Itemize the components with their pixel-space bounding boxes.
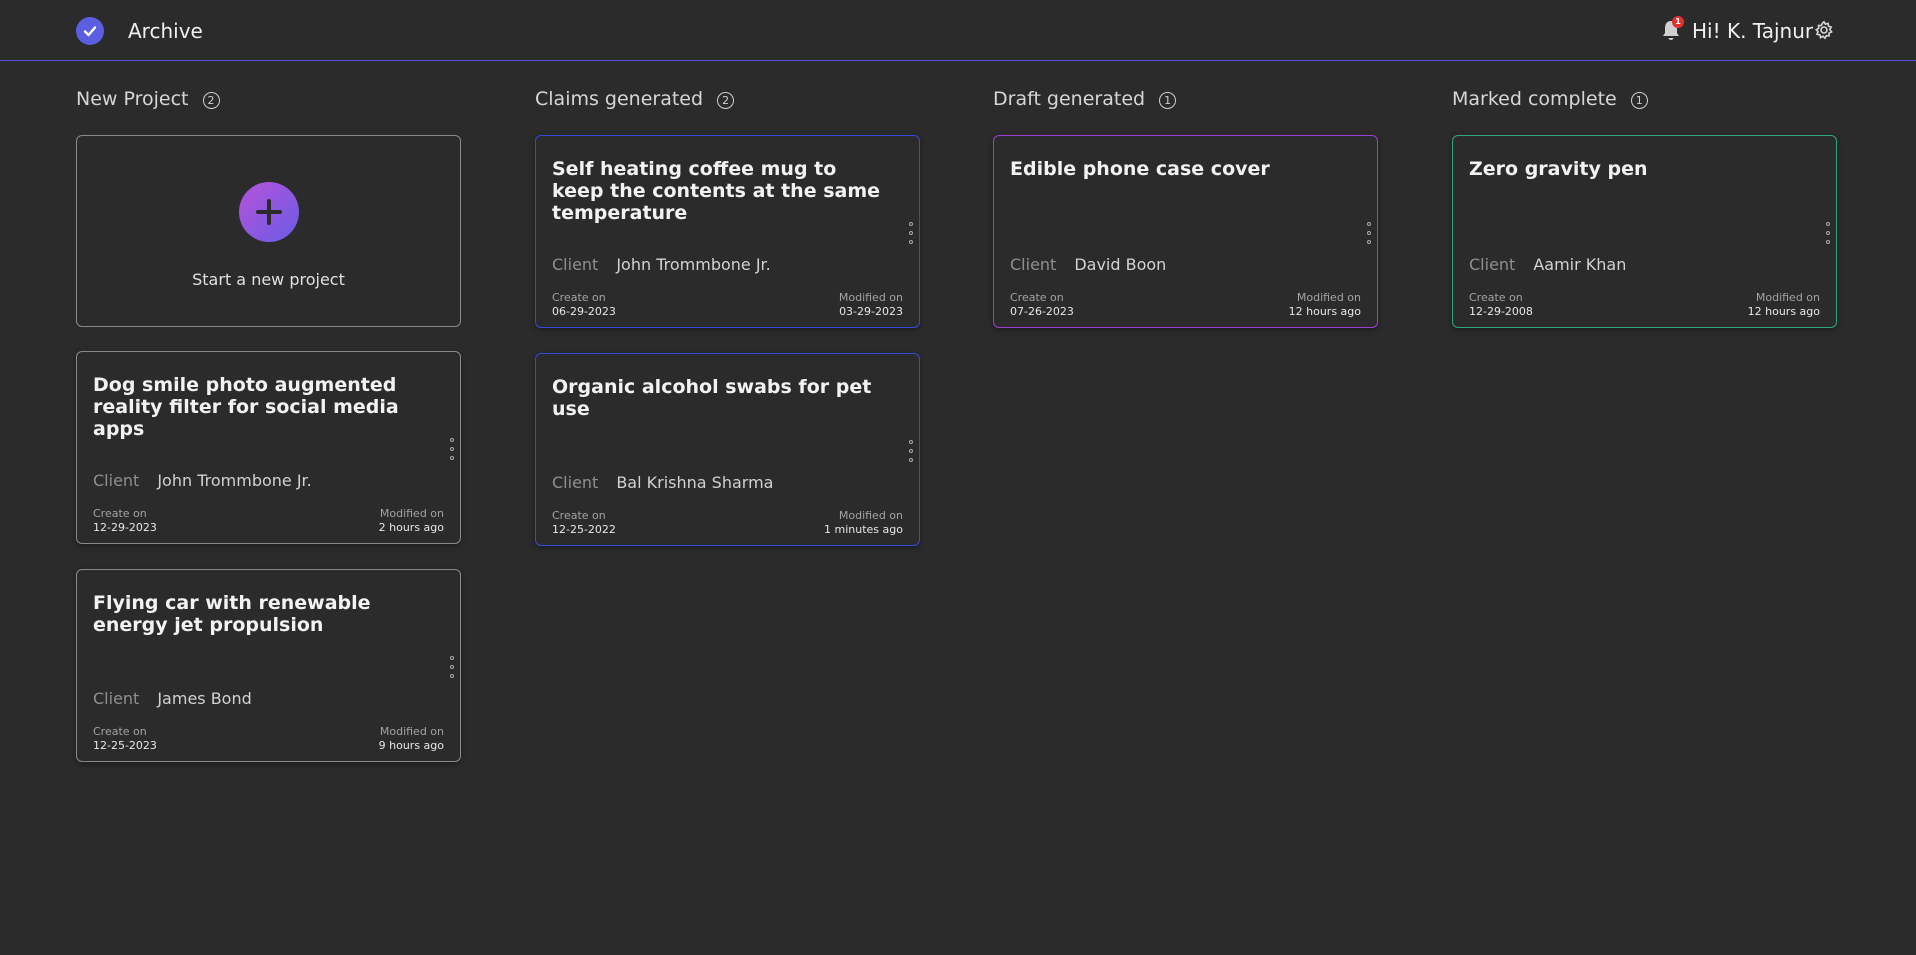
modified-label: Modified on xyxy=(838,291,903,304)
modified-date: Modified on 12 hours ago xyxy=(1289,291,1361,319)
created-label: Create on xyxy=(552,509,606,522)
more-options-icon[interactable] xyxy=(908,440,914,462)
more-options-icon[interactable] xyxy=(449,438,455,460)
modified-value: 12 hours ago xyxy=(1288,305,1361,318)
modified-label: Modified on xyxy=(379,725,444,738)
client-row: Client Bal Krishna Sharma xyxy=(552,473,773,493)
column-count-badge: 1 xyxy=(1630,91,1648,109)
client-name: John Trommbone Jr. xyxy=(616,255,771,274)
column-new-project: New Project 2 Start a new project Dog sm… xyxy=(76,82,462,762)
notification-badge: 1 xyxy=(1672,16,1684,28)
more-options-icon[interactable] xyxy=(908,222,914,244)
column-title: Marked complete xyxy=(1452,88,1617,110)
gear-icon[interactable] xyxy=(1814,20,1834,40)
project-card[interactable]: Organic alcohol swabs for pet use Client… xyxy=(535,353,920,546)
client-name: James Bond xyxy=(157,689,252,708)
client-label: Client xyxy=(93,689,140,708)
created-date: Create on 07-26-2023 xyxy=(1010,291,1074,319)
modified-value: 1 minutes ago xyxy=(824,523,903,536)
project-card[interactable]: Self heating coffee mug to keep the cont… xyxy=(535,135,920,328)
client-label: Client xyxy=(552,255,599,274)
created-value: 12-25-2023 xyxy=(93,739,157,752)
column-header: New Project 2 xyxy=(76,82,462,116)
user-greeting[interactable]: Hi! K. Tajnur xyxy=(1692,16,1813,46)
column-draft-generated: Draft generated 1 Edible phone case cove… xyxy=(993,82,1379,328)
created-date: Create on 12-29-2023 xyxy=(93,507,157,535)
column-count-badge: 2 xyxy=(717,91,735,109)
client-row: Client David Boon xyxy=(1010,255,1166,275)
column-marked-complete: Marked complete 1 Zero gravity pen Clien… xyxy=(1452,82,1838,328)
client-row: Client John Trommbone Jr. xyxy=(93,471,312,491)
modified-label: Modified on xyxy=(379,507,444,520)
column-header: Marked complete 1 xyxy=(1452,82,1838,116)
client-name: Bal Krishna Sharma xyxy=(616,473,774,492)
modified-value: 12 hours ago xyxy=(1747,305,1820,318)
project-title: Flying car with renewable energy jet pro… xyxy=(93,592,371,636)
created-value: 12-25-2022 xyxy=(552,523,616,536)
client-name: David Boon xyxy=(1074,255,1167,274)
modified-value: 9 hours ago xyxy=(378,739,444,752)
client-row: Client James Bond xyxy=(93,689,252,709)
modified-date: Modified on 03-29-2023 xyxy=(839,291,903,319)
modified-value: 2 hours ago xyxy=(378,521,444,534)
client-label: Client xyxy=(552,473,599,492)
created-value: 12-29-2008 xyxy=(1469,305,1533,318)
created-date: Create on 12-25-2023 xyxy=(93,725,157,753)
column-count-badge: 2 xyxy=(202,91,220,109)
client-label: Client xyxy=(1469,255,1516,274)
top-bar: Archive 1 Hi! K. Tajnur xyxy=(0,0,1916,61)
project-card[interactable]: Dog smile photo augmented reality filter… xyxy=(76,351,461,544)
created-date: Create on 06-29-2023 xyxy=(552,291,616,319)
client-row: Client Aamir Khan xyxy=(1469,255,1626,275)
column-header: Claims generated 2 xyxy=(535,82,921,116)
created-date: Create on 12-25-2022 xyxy=(552,509,616,537)
modified-label: Modified on xyxy=(1296,291,1361,304)
more-options-icon[interactable] xyxy=(449,656,455,678)
check-circle-logo-icon[interactable] xyxy=(76,17,104,45)
add-project-button[interactable] xyxy=(239,182,299,242)
start-new-project-tile[interactable]: Start a new project xyxy=(76,135,461,327)
client-row: Client John Trommbone Jr. xyxy=(552,255,771,275)
column-claims-generated: Claims generated 2 Self heating coffee m… xyxy=(535,82,921,546)
project-title: Organic alcohol swabs for pet use xyxy=(552,376,872,420)
more-options-icon[interactable] xyxy=(1366,222,1372,244)
project-card[interactable]: Edible phone case cover Client David Boon… xyxy=(993,135,1378,328)
created-value: 07-26-2023 xyxy=(1010,305,1074,318)
modified-label: Modified on xyxy=(838,509,903,522)
more-options-icon[interactable] xyxy=(1825,222,1831,244)
project-card[interactable]: Flying car with renewable energy jet pro… xyxy=(76,569,461,762)
project-title: Edible phone case cover xyxy=(1010,158,1270,180)
modified-label: Modified on xyxy=(1755,291,1820,304)
column-title: Claims generated xyxy=(535,88,704,110)
modified-value: 03-29-2023 xyxy=(839,305,903,318)
created-label: Create on xyxy=(93,725,147,738)
plus-icon xyxy=(256,199,282,225)
column-title: Draft generated xyxy=(993,88,1146,110)
project-card[interactable]: Zero gravity pen Client Aamir Khan Create… xyxy=(1452,135,1837,328)
modified-date: Modified on 12 hours ago xyxy=(1748,291,1820,319)
project-title: Dog smile photo augmented reality filter… xyxy=(93,374,399,440)
created-date: Create on 12-29-2008 xyxy=(1469,291,1533,319)
column-count-badge: 1 xyxy=(1159,91,1177,109)
page-title: Archive xyxy=(128,19,203,43)
column-header: Draft generated 1 xyxy=(993,82,1379,116)
created-label: Create on xyxy=(552,291,606,304)
modified-date: Modified on 1 minutes ago xyxy=(824,509,903,537)
project-title: Self heating coffee mug to keep the cont… xyxy=(552,158,881,224)
created-value: 06-29-2023 xyxy=(552,305,616,318)
start-new-project-label: Start a new project xyxy=(192,270,345,289)
created-label: Create on xyxy=(93,507,147,520)
modified-date: Modified on 2 hours ago xyxy=(379,507,444,535)
created-label: Create on xyxy=(1010,291,1064,304)
project-title: Zero gravity pen xyxy=(1469,158,1648,180)
modified-date: Modified on 9 hours ago xyxy=(379,725,444,753)
client-name: John Trommbone Jr. xyxy=(157,471,312,490)
column-title: New Project xyxy=(76,88,189,110)
client-name: Aamir Khan xyxy=(1533,255,1627,274)
client-label: Client xyxy=(1010,255,1057,274)
created-value: 12-29-2023 xyxy=(93,521,157,534)
created-label: Create on xyxy=(1469,291,1523,304)
client-label: Client xyxy=(93,471,140,490)
